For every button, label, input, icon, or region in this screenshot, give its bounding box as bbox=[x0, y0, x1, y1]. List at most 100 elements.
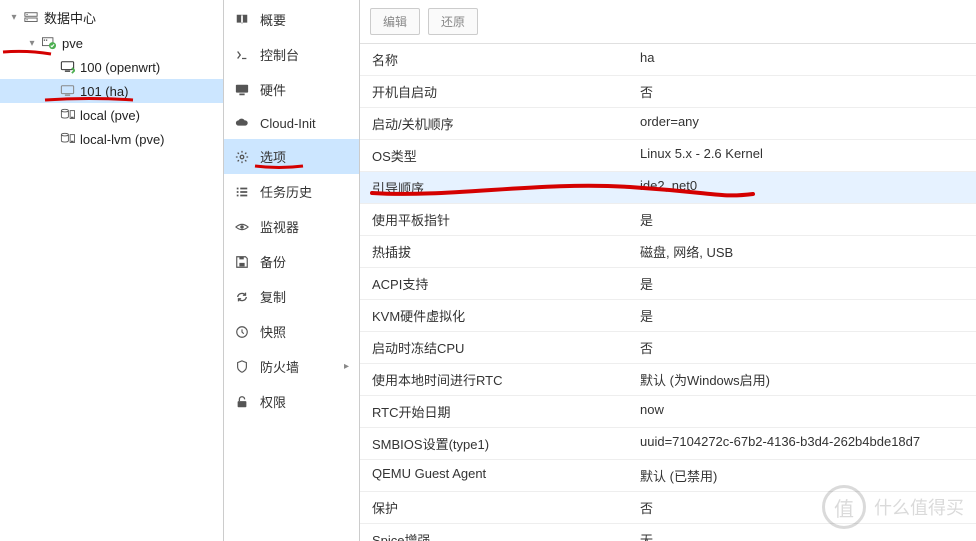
nav-label: 概要 bbox=[260, 10, 349, 29]
option-key: 热插拔 bbox=[372, 242, 640, 261]
nav-console[interactable]: 控制台 bbox=[224, 37, 359, 72]
option-value: ha bbox=[640, 50, 964, 69]
nav-summary[interactable]: 概要 bbox=[224, 2, 359, 37]
tree-expand-icon[interactable]: ▾ bbox=[26, 37, 38, 49]
nav-cloudinit[interactable]: Cloud-Init bbox=[224, 107, 359, 139]
tree-label: local-lvm (pve) bbox=[80, 132, 165, 147]
table-row[interactable]: 热插拔磁盘, 网络, USB bbox=[360, 236, 976, 268]
save-icon bbox=[234, 254, 250, 270]
option-value: ide2, net0 bbox=[640, 178, 964, 197]
option-value: 默认 (已禁用) bbox=[640, 466, 964, 485]
datacenter-icon bbox=[22, 10, 40, 26]
storage-icon bbox=[58, 131, 76, 147]
option-key: 名称 bbox=[372, 50, 640, 69]
option-key: 开机自启动 bbox=[372, 82, 640, 101]
gear-icon bbox=[234, 149, 250, 165]
tree-item-vm-100[interactable]: 100 (openwrt) bbox=[0, 55, 223, 79]
table-row[interactable]: KVM硬件虚拟化是 bbox=[360, 300, 976, 332]
tree-item-storage-local[interactable]: local (pve) bbox=[0, 103, 223, 127]
vm-icon bbox=[58, 83, 76, 99]
option-value: order=any bbox=[640, 114, 964, 133]
vm-nav-panel: 概要 控制台 硬件 Cloud-Init 选项 任务历史 监视器 备份 复制 快… bbox=[224, 0, 360, 541]
option-key: Spice增强 bbox=[372, 530, 640, 541]
list-icon bbox=[234, 184, 250, 200]
table-row[interactable]: 保护否 bbox=[360, 492, 976, 524]
option-value: uuid=7104272c-67b2-4136-b3d4-262b4bde18d… bbox=[640, 434, 964, 453]
options-content-panel: 编辑 还原 名称ha开机自启动否启动/关机顺序order=anyOS类型Linu… bbox=[360, 0, 976, 541]
nav-label: 监视器 bbox=[260, 217, 349, 236]
table-row[interactable]: Spice增强无 bbox=[360, 524, 976, 541]
terminal-icon bbox=[234, 47, 250, 63]
option-value: 无 bbox=[640, 530, 964, 541]
nav-monitor[interactable]: 监视器 bbox=[224, 209, 359, 244]
node-icon bbox=[40, 35, 58, 51]
chevron-right-icon: ▸ bbox=[344, 361, 349, 372]
nav-label: 硬件 bbox=[260, 80, 349, 99]
option-key: OS类型 bbox=[372, 146, 640, 165]
table-row[interactable]: 引导顺序ide2, net0 bbox=[360, 172, 976, 204]
tree-expand-icon[interactable]: ▾ bbox=[8, 12, 20, 24]
cloud-icon bbox=[234, 115, 250, 131]
nav-options[interactable]: 选项 bbox=[224, 139, 359, 174]
tree-label: 101 (ha) bbox=[80, 84, 128, 99]
table-row[interactable]: QEMU Guest Agent默认 (已禁用) bbox=[360, 460, 976, 492]
table-row[interactable]: SMBIOS设置(type1)uuid=7104272c-67b2-4136-b… bbox=[360, 428, 976, 460]
option-key: KVM硬件虚拟化 bbox=[372, 306, 640, 325]
toolbar: 编辑 还原 bbox=[360, 0, 976, 44]
nav-replicate[interactable]: 复制 bbox=[224, 279, 359, 314]
table-row[interactable]: ACPI支持是 bbox=[360, 268, 976, 300]
tree-item-datacenter[interactable]: ▾ 数据中心 bbox=[0, 4, 223, 31]
option-value: 否 bbox=[640, 82, 964, 101]
option-key: 启动时冻结CPU bbox=[372, 338, 640, 357]
tree-label: local (pve) bbox=[80, 108, 140, 123]
nav-snapshot[interactable]: 快照 bbox=[224, 314, 359, 349]
desktop-icon bbox=[234, 82, 250, 98]
option-value: 是 bbox=[640, 274, 964, 293]
table-row[interactable]: 名称ha bbox=[360, 44, 976, 76]
option-value: now bbox=[640, 402, 964, 421]
nav-label: 权限 bbox=[260, 392, 349, 411]
table-row[interactable]: 使用本地时间进行RTC默认 (为Windows启用) bbox=[360, 364, 976, 396]
option-value: 否 bbox=[640, 498, 964, 517]
resource-tree-panel: ▾ 数据中心 ▾ pve 100 (openwrt) 101 (ha) bbox=[0, 0, 224, 541]
option-value: 否 bbox=[640, 338, 964, 357]
table-row[interactable]: 启动/关机顺序order=any bbox=[360, 108, 976, 140]
nav-firewall[interactable]: 防火墙 ▸ bbox=[224, 349, 359, 384]
option-key: 启动/关机顺序 bbox=[372, 114, 640, 133]
nav-label: 复制 bbox=[260, 287, 349, 306]
table-row[interactable]: 启动时冻结CPU否 bbox=[360, 332, 976, 364]
refresh-icon bbox=[234, 289, 250, 305]
table-row[interactable]: OS类型Linux 5.x - 2.6 Kernel bbox=[360, 140, 976, 172]
option-key: 使用本地时间进行RTC bbox=[372, 370, 640, 389]
option-value: 是 bbox=[640, 210, 964, 229]
tree-item-storage-local-lvm[interactable]: local-lvm (pve) bbox=[0, 127, 223, 151]
edit-button[interactable]: 编辑 bbox=[370, 8, 420, 35]
history-icon bbox=[234, 324, 250, 340]
tree-item-node-pve[interactable]: ▾ pve bbox=[0, 31, 223, 55]
nav-hardware[interactable]: 硬件 bbox=[224, 72, 359, 107]
revert-button[interactable]: 还原 bbox=[428, 8, 478, 35]
table-row[interactable]: 使用平板指针是 bbox=[360, 204, 976, 236]
option-key: QEMU Guest Agent bbox=[372, 466, 640, 485]
nav-history[interactable]: 任务历史 bbox=[224, 174, 359, 209]
table-row[interactable]: 开机自启动否 bbox=[360, 76, 976, 108]
nav-label: 快照 bbox=[260, 322, 349, 341]
nav-label: Cloud-Init bbox=[260, 116, 349, 131]
storage-icon bbox=[58, 107, 76, 123]
nav-label: 任务历史 bbox=[260, 182, 349, 201]
nav-permissions[interactable]: 权限 bbox=[224, 384, 359, 419]
nav-label: 选项 bbox=[260, 147, 349, 166]
unlock-icon bbox=[234, 394, 250, 410]
tree-item-vm-101[interactable]: 101 (ha) bbox=[0, 79, 223, 103]
eye-icon bbox=[234, 219, 250, 235]
tree-label: 数据中心 bbox=[44, 8, 96, 27]
option-key: RTC开始日期 bbox=[372, 402, 640, 421]
tree-label: pve bbox=[62, 36, 83, 51]
option-key: 保护 bbox=[372, 498, 640, 517]
nav-label: 防火墙 bbox=[260, 357, 334, 376]
option-value: 默认 (为Windows启用) bbox=[640, 370, 964, 389]
option-value: 是 bbox=[640, 306, 964, 325]
nav-backup[interactable]: 备份 bbox=[224, 244, 359, 279]
option-value: 磁盘, 网络, USB bbox=[640, 242, 964, 261]
table-row[interactable]: RTC开始日期now bbox=[360, 396, 976, 428]
